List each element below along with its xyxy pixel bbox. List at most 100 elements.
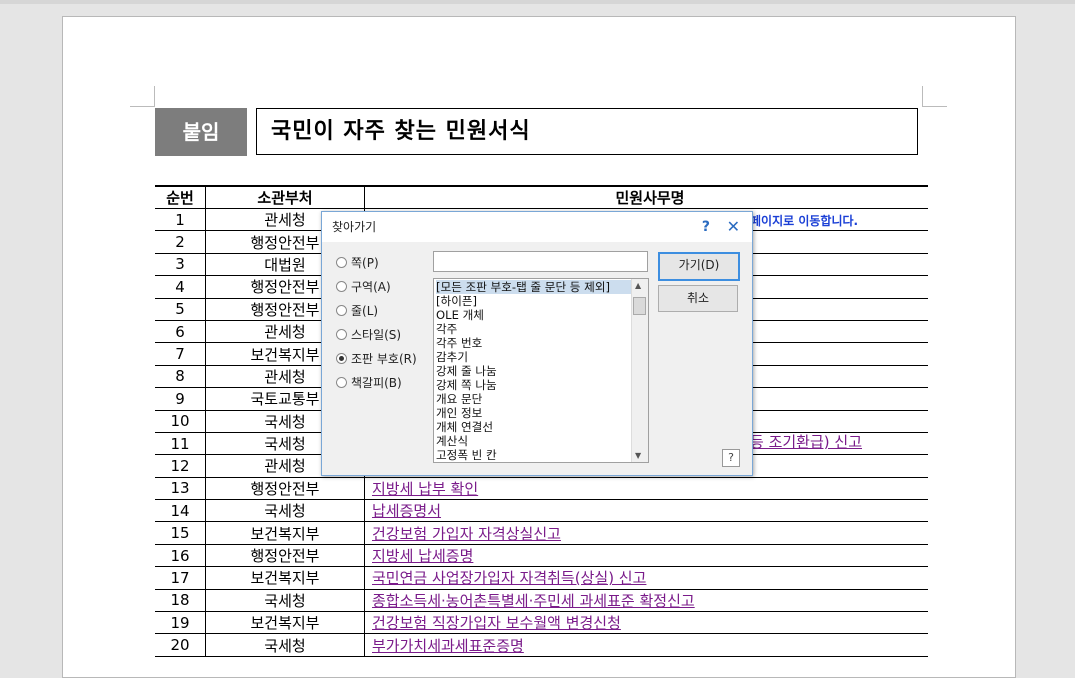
civil-form-link[interactable]: 납세증명서	[372, 502, 441, 520]
scroll-up-icon[interactable]: ▲	[635, 281, 641, 290]
row-number: 11	[155, 432, 206, 456]
row-number: 7	[155, 342, 206, 366]
table-row: 19 보건복지부 건강보험 직장가입자 보수월액 변경신청	[155, 611, 928, 635]
civil-form-link[interactable]: 종합소득세·농어촌특별세·주민세 과세표준 확정신고	[372, 592, 695, 610]
row-11-link-tail[interactable]: 등 조기환급) 신고	[750, 431, 862, 452]
list-item[interactable]: [모든 조판 부호-탭 줄 문단 등 제외]	[436, 280, 648, 294]
help-icon[interactable]: ?	[702, 212, 710, 242]
ruler	[0, 0, 1075, 4]
radio-icon[interactable]	[336, 352, 347, 364]
crop-mark	[922, 106, 947, 107]
civil-form-link[interactable]: 지방세 납세증명	[372, 547, 473, 565]
header-name: 민원사무명	[364, 186, 928, 209]
row-number: 2	[155, 230, 206, 254]
crop-mark	[130, 106, 155, 107]
header-dept: 소관부처	[205, 186, 365, 209]
list-item[interactable]: 개인 정보	[436, 406, 648, 420]
dialog-titlebar[interactable]: 찾아가기 ? ✕	[322, 212, 752, 242]
row-number: 17	[155, 566, 206, 590]
cancel-button[interactable]: 취소	[658, 285, 738, 312]
row-number: 8	[155, 365, 206, 389]
row-name-cell: 지방세 납부 확인	[364, 477, 928, 501]
dialog-title: 찾아가기	[332, 220, 377, 234]
crop-mark	[922, 86, 923, 106]
table-row: 13 행정안전부 지방세 납부 확인	[155, 477, 928, 501]
radio-label: 구역(A)	[351, 279, 391, 294]
table-row: 14 국세청 납세증명서	[155, 499, 928, 523]
row-number: 18	[155, 589, 206, 613]
row-number: 19	[155, 611, 206, 635]
radio-label: 쪽(P)	[351, 255, 379, 270]
row-number: 20	[155, 633, 206, 657]
table-row: 16 행정안전부 지방세 납세증명	[155, 544, 928, 568]
radio-label: 책갈피(B)	[351, 375, 402, 390]
list-item[interactable]: 각주 번호	[436, 336, 648, 350]
list-item[interactable]: OLE 개체	[436, 308, 648, 322]
radio-option[interactable]: 줄(L)	[336, 298, 417, 322]
scroll-down-icon[interactable]: ▼	[635, 451, 641, 460]
row-number: 12	[155, 454, 206, 478]
row-dept: 국세청	[205, 589, 365, 613]
row-dept: 행정안전부	[205, 544, 365, 568]
row-dept: 보건복지부	[205, 521, 365, 545]
radio-option[interactable]: 책갈피(B)	[336, 370, 417, 394]
help-button[interactable]: ?	[722, 449, 740, 467]
list-item[interactable]: 계산식	[436, 434, 648, 448]
radio-option[interactable]: 쪽(P)	[336, 250, 417, 274]
list-item[interactable]: 감추기	[436, 350, 648, 364]
radio-label: 줄(L)	[351, 303, 379, 318]
radio-label: 스타일(S)	[351, 327, 402, 342]
header-no: 순번	[155, 186, 206, 209]
table-header-row: 순번 소관부처 민원사무명	[155, 186, 928, 209]
target-type-radio-group: 쪽(P) 구역(A) 줄(L) 스타일(S) 조판 부호(R) 책갈피(B)	[336, 250, 417, 394]
radio-icon[interactable]	[336, 256, 347, 268]
civil-form-link[interactable]: 건강보험 직장가입자 보수월액 변경신청	[372, 614, 621, 632]
close-icon[interactable]: ✕	[727, 212, 740, 242]
table-row: 15 보건복지부 건강보험 가입자 자격상실신고	[155, 521, 928, 545]
row-number: 3	[155, 253, 206, 277]
row-name-cell: 건강보험 가입자 자격상실신고	[364, 521, 928, 545]
civil-form-link[interactable]: 건강보험 가입자 자격상실신고	[372, 525, 561, 543]
row-number: 4	[155, 275, 206, 299]
scroll-thumb[interactable]	[633, 297, 646, 315]
radio-label: 조판 부호(R)	[351, 351, 417, 366]
table-row: 17 보건복지부 국민연금 사업장가입자 자격취득(상실) 신고	[155, 566, 928, 590]
radio-icon[interactable]	[336, 376, 347, 388]
civil-form-link[interactable]: 지방세 납부 확인	[372, 480, 478, 498]
go-button[interactable]: 가기(D)	[658, 252, 740, 281]
list-item[interactable]: 개요 문단	[436, 392, 648, 406]
row-dept: 보건복지부	[205, 611, 365, 635]
civil-form-link[interactable]: 부가가치세과세표준증명	[372, 637, 524, 655]
row-dept: 국세청	[205, 633, 365, 657]
row-number: 13	[155, 477, 206, 501]
row-number: 10	[155, 410, 206, 433]
row-name-cell: 부가가치세과세표준증명	[364, 633, 928, 657]
table-row: 20 국세청 부가가치세과세표준증명	[155, 633, 928, 657]
row-number: 14	[155, 499, 206, 523]
radio-option[interactable]: 조판 부호(R)	[336, 346, 417, 370]
list-item[interactable]: 각주	[436, 322, 648, 336]
list-item[interactable]: [하이픈]	[436, 294, 648, 308]
listbox-scrollbar[interactable]: ▲ ▼	[631, 279, 648, 462]
civil-form-link[interactable]: 국민연금 사업장가입자 자격취득(상실) 신고	[372, 569, 646, 587]
document-title: 국민이 자주 찾는 민원서식	[256, 108, 918, 155]
radio-icon[interactable]	[336, 280, 347, 292]
row-dept: 보건복지부	[205, 566, 365, 590]
radio-icon[interactable]	[336, 304, 347, 316]
list-item[interactable]: 강제 줄 나눔	[436, 364, 648, 378]
goto-dialog: 찾아가기 ? ✕ 쪽(P) 구역(A) 줄(L) 스타일(S) 조판 부호(R) 책갈피(…	[321, 211, 753, 476]
row-number: 6	[155, 320, 206, 344]
attachment-label: 붙임	[155, 108, 247, 156]
code-listbox[interactable]: [모든 조판 부호-탭 줄 문단 등 제외] [하이픈] OLE 개체 각주 각주 번호…	[433, 278, 649, 463]
list-item[interactable]: 개체 연결선	[436, 420, 648, 434]
row-number: 1	[155, 208, 206, 232]
row-name-cell: 종합소득세·농어촌특별세·주민세 과세표준 확정신고	[364, 589, 928, 613]
list-item[interactable]: 고정폭 빈 칸	[436, 448, 648, 462]
radio-option[interactable]: 구역(A)	[336, 274, 417, 298]
row-dept: 국세청	[205, 499, 365, 523]
search-input[interactable]	[433, 251, 648, 272]
radio-icon[interactable]	[336, 328, 347, 340]
row-name-cell: 건강보험 직장가입자 보수월액 변경신청	[364, 611, 928, 635]
list-item[interactable]: 강제 쪽 나눔	[436, 378, 648, 392]
radio-option[interactable]: 스타일(S)	[336, 322, 417, 346]
